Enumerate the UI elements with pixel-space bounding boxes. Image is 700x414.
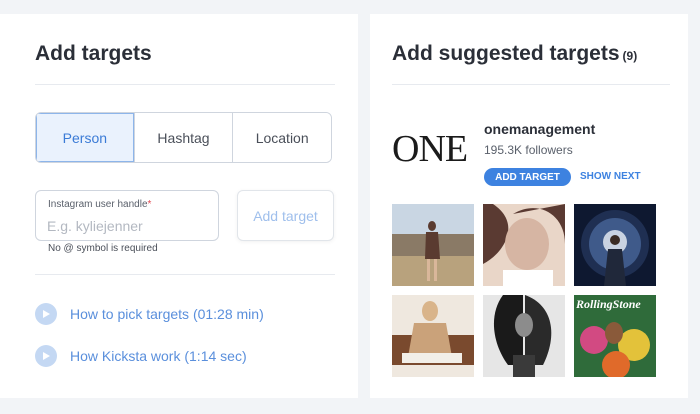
- divider: [35, 84, 335, 85]
- tab-location[interactable]: Location: [232, 113, 331, 162]
- instagram-handle-label: Instagram user handle*: [48, 199, 152, 210]
- post-photo-2[interactable]: [483, 204, 565, 286]
- tab-person[interactable]: Person: [36, 113, 134, 162]
- suggested-targets-title: Add suggested targets (9): [392, 42, 638, 65]
- add-target-button[interactable]: Add target: [237, 190, 334, 241]
- account-name[interactable]: onemanagement: [484, 121, 595, 137]
- handle-hint: No @ symbol is required: [48, 243, 158, 254]
- tab-hashtag[interactable]: Hashtag: [133, 113, 233, 162]
- add-targets-title: Add targets: [35, 42, 152, 65]
- follower-count: 195.3K followers: [484, 143, 573, 157]
- add-suggested-target-button[interactable]: ADD TARGET: [484, 168, 571, 186]
- play-icon: [35, 303, 57, 325]
- required-mark: *: [147, 199, 152, 210]
- scroll-gutter: [688, 0, 700, 414]
- instagram-handle-input[interactable]: [47, 216, 207, 236]
- show-next-button[interactable]: SHOW NEXT: [580, 171, 641, 182]
- add-targets-panel: Add targets Person Hashtag Location Inst…: [0, 14, 358, 398]
- video-link-label: How Kicksta work (1:14 sec): [70, 348, 247, 364]
- post-photo-5[interactable]: [483, 295, 565, 377]
- video-link-pick-targets[interactable]: How to pick targets (01:28 min): [35, 303, 264, 325]
- suggested-count: (9): [622, 49, 638, 63]
- post-photo-6[interactable]: RollingStone: [574, 295, 656, 377]
- divider: [392, 84, 670, 85]
- play-icon: [35, 345, 57, 367]
- post-photo-4[interactable]: [392, 295, 474, 377]
- post-photo-1[interactable]: [392, 204, 474, 286]
- video-link-how-kicksta-works[interactable]: How Kicksta work (1:14 sec): [35, 345, 247, 367]
- target-type-tabs: Person Hashtag Location: [35, 112, 332, 163]
- instagram-handle-field[interactable]: Instagram user handle*: [35, 190, 219, 241]
- magazine-masthead: RollingStone: [576, 297, 641, 311]
- divider: [35, 274, 335, 275]
- account-logo: ONE: [392, 128, 468, 170]
- video-link-label: How to pick targets (01:28 min): [70, 306, 264, 322]
- suggested-targets-panel: Add suggested targets (9) ONE onemanageme…: [370, 14, 688, 398]
- post-photo-3[interactable]: [574, 204, 656, 286]
